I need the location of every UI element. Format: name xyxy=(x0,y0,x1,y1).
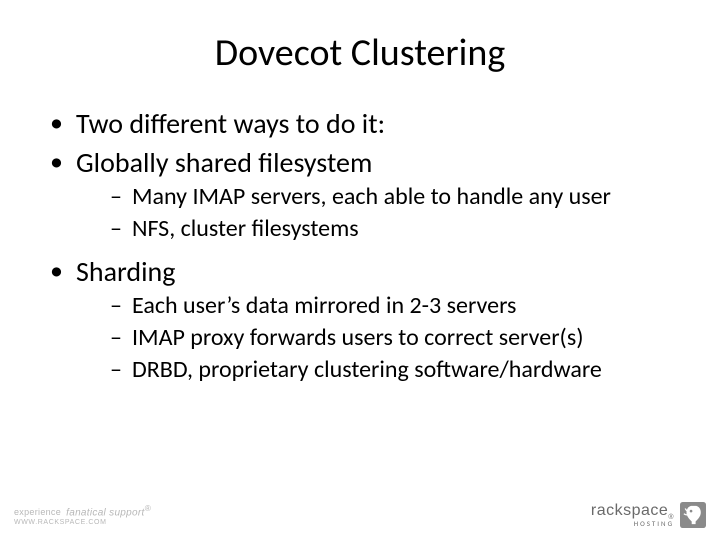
rackspace-logo-icon xyxy=(680,502,706,528)
sub-bullet-list: Each user’s data mirrored in 2-3 servers… xyxy=(76,291,680,385)
footer-tagline-prefix: experience xyxy=(14,507,61,517)
footer-right: rackspace® HOSTING xyxy=(591,502,706,528)
bullet-item: Sharding Each user’s data mirrored in 2-… xyxy=(50,254,680,385)
sub-bullet-text: Each user’s data mirrored in 2-3 servers xyxy=(132,291,516,320)
brand-text: rackspace xyxy=(591,502,668,519)
footer-left: experience fanatical support® WWW.RACKSP… xyxy=(14,503,151,526)
bullet-text: Sharding xyxy=(76,254,175,289)
sub-bullet-text: IMAP proxy forwards users to correct ser… xyxy=(132,323,584,352)
footer-tagline-main: fanatical support xyxy=(66,507,144,518)
slide-title: Dovecot Clustering xyxy=(40,30,680,76)
sub-bullet-item: Many IMAP servers, each able to handle a… xyxy=(110,182,680,212)
sub-bullet-item: DRBD, proprietary clustering software/ha… xyxy=(110,355,680,385)
bullet-item: Two different ways to do it: xyxy=(50,106,680,141)
footer-domain: WWW.RACKSPACE.COM xyxy=(14,519,151,526)
sub-bullet-list: Many IMAP servers, each able to handle a… xyxy=(76,182,680,244)
brand-sub: HOSTING xyxy=(634,520,674,527)
sub-bullet-text: NFS, cluster filesystems xyxy=(132,214,359,243)
slide: Dovecot Clustering Two different ways to… xyxy=(0,0,720,540)
bullet-text: Globally shared filesystem xyxy=(76,145,372,180)
sub-bullet-item: Each user’s data mirrored in 2-3 servers xyxy=(110,291,680,321)
sub-bullet-text: DRBD, proprietary clustering software/ha… xyxy=(132,355,602,384)
slide-body: Two different ways to do it: Globally sh… xyxy=(40,106,680,385)
sub-bullet-item: NFS, cluster filesystems xyxy=(110,214,680,244)
brand-block: rackspace® HOSTING xyxy=(591,503,674,526)
sub-bullet-text: Many IMAP servers, each able to handle a… xyxy=(132,182,611,211)
bullet-text: Two different ways to do it: xyxy=(76,106,385,141)
sub-bullet-item: IMAP proxy forwards users to correct ser… xyxy=(110,323,680,353)
bullet-item: Globally shared filesystem Many IMAP ser… xyxy=(50,145,680,244)
footer-tagline: experience fanatical support® xyxy=(14,503,151,518)
bullet-list: Two different ways to do it: Globally sh… xyxy=(40,106,680,385)
